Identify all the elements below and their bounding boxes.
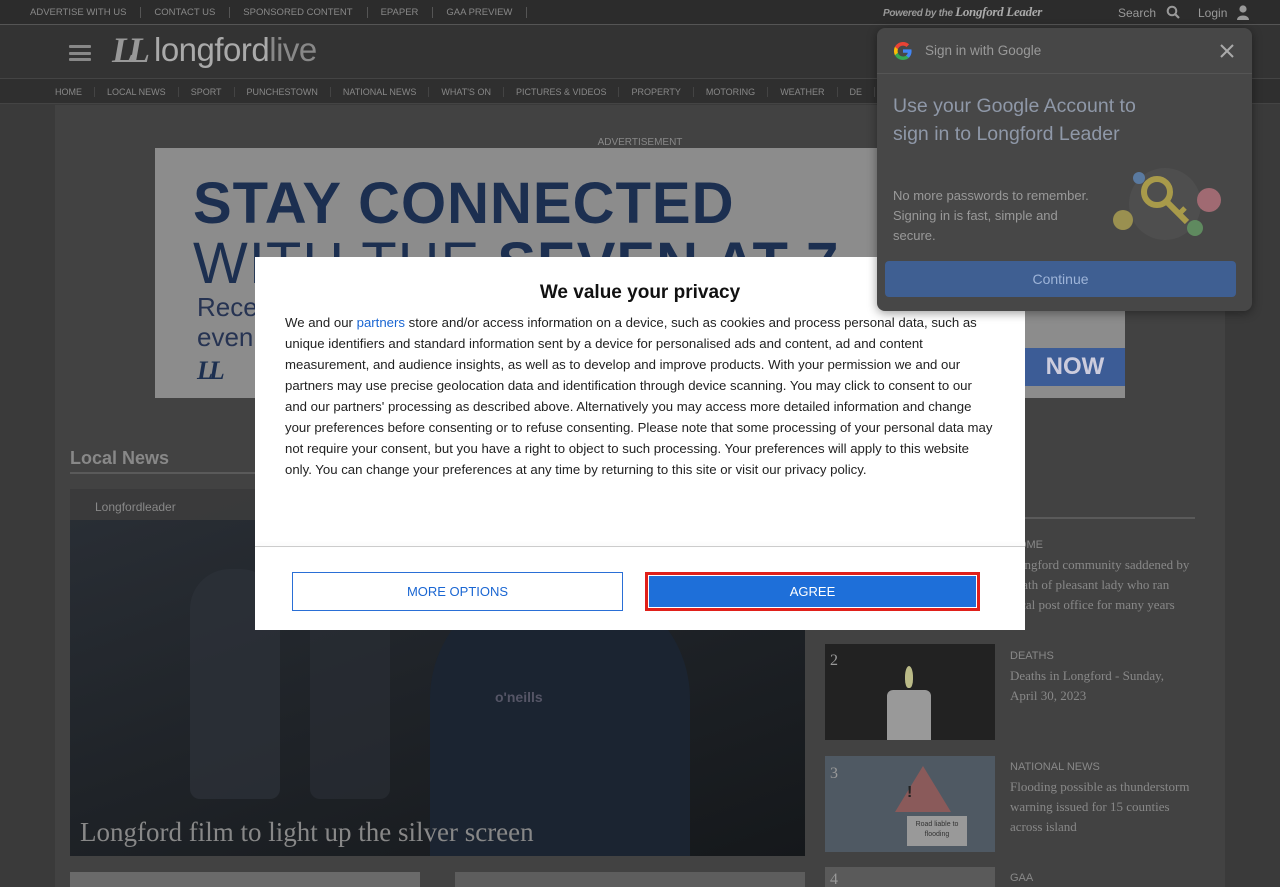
more-options-button[interactable]: MORE OPTIONS [292, 572, 623, 611]
link-sponsored[interactable]: SPONSORED CONTENT [243, 7, 368, 18]
logo-name-a: longford [153, 31, 270, 68]
hero-source: Longfordleader [95, 500, 176, 514]
road-sign-plate: Road liable to flooding [907, 816, 967, 846]
most-read-category[interactable]: GAA [1010, 872, 1033, 884]
nav-motoring[interactable]: MOTORING [706, 87, 769, 97]
login-link[interactable]: Login [1198, 6, 1227, 20]
powered-by-badge[interactable]: Powered by the Longford Leader [883, 4, 1042, 20]
dialog-divider [255, 546, 1025, 547]
section-title-local-news[interactable]: Local News [70, 448, 169, 469]
nav-whats-on[interactable]: WHAT'S ON [441, 87, 504, 97]
agree-button[interactable]: AGREE [645, 572, 980, 611]
google-continue-button[interactable]: Continue [885, 261, 1236, 297]
most-read-title[interactable]: Longford community saddened by death of … [1010, 555, 1192, 615]
google-panel-heading: Use your Google Account to sign in to Lo… [893, 95, 1136, 145]
link-contact[interactable]: CONTACT US [154, 7, 231, 18]
link-epaper[interactable]: EPAPER [381, 7, 434, 18]
most-read-thumb[interactable] [825, 644, 995, 740]
warning-sign-mark: ! [907, 784, 913, 801]
ad-cta-button[interactable]: NOW [1025, 348, 1125, 386]
ad-line-4: even [197, 322, 254, 352]
privacy-body: We and our partners store and/or access … [285, 312, 997, 480]
nav-national-news[interactable]: NATIONAL NEWS [343, 87, 430, 97]
hamburger-icon[interactable] [69, 45, 91, 61]
article-thumb[interactable] [455, 872, 805, 887]
nav-weather[interactable]: WEATHER [780, 87, 838, 97]
nav-deaths[interactable]: DE [850, 87, 876, 97]
link-advertise[interactable]: ADVERTISE WITH US [30, 7, 142, 18]
nav-pictures-videos[interactable]: PICTURES & VIDEOS [516, 87, 620, 97]
ad-line-3: Rece [197, 292, 258, 322]
privacy-body-rest: store and/or access information on a dev… [285, 315, 993, 477]
hero-shirt-text: o'neills [495, 689, 543, 705]
user-icon[interactable] [1236, 4, 1250, 20]
logo-name: longfordlive [154, 32, 317, 68]
hero-headline[interactable]: Longford film to light up the silver scr… [80, 817, 534, 848]
candle-flame [905, 666, 913, 688]
most-read-category[interactable]: NATIONAL NEWS [1010, 761, 1100, 773]
most-read-rank: 3 [830, 765, 838, 782]
most-read-thumb[interactable] [825, 867, 995, 887]
nav-local-news[interactable]: LOCAL NEWS [107, 87, 179, 97]
privacy-consent-dialog: We value your privacy We and our partner… [255, 257, 1025, 630]
google-panel-subtext: No more passwords to remember. Signing i… [893, 188, 1089, 243]
google-panel-header: Sign in with Google [877, 28, 1252, 74]
partners-link[interactable]: partners [357, 315, 405, 330]
nav-punchestown[interactable]: PUNCHESTOWN [247, 87, 331, 97]
logo-name-b: live [269, 31, 317, 68]
close-icon[interactable] [1218, 42, 1236, 60]
google-signin-panel: Sign in with Google Use your Google Acco… [877, 28, 1252, 311]
ad-line-1: STAY CONNECTED [193, 171, 735, 236]
most-read-rank: 4 [830, 871, 838, 887]
powered-brand: Longford Leader [955, 4, 1043, 19]
search-link[interactable]: Search [1118, 6, 1156, 20]
article-thumb[interactable] [70, 872, 420, 887]
most-read-title[interactable]: Deaths in Longford - Sunday, April 30, 2… [1010, 666, 1192, 706]
site-logo[interactable]: LL longfordlive [112, 30, 317, 70]
ad-logo-mark: LL [197, 356, 225, 385]
powered-prefix: Powered by the [883, 8, 953, 19]
key-illustration-icon [1113, 168, 1221, 240]
candle [887, 690, 931, 740]
google-panel-title: Sign in with Google [925, 43, 1042, 58]
most-read-title[interactable]: Flooding possible as thunderstorm warnin… [1010, 777, 1192, 837]
most-read-rank: 2 [830, 652, 838, 669]
nav-property[interactable]: PROPERTY [631, 87, 694, 97]
warning-sign [895, 766, 951, 812]
nav-sport[interactable]: SPORT [191, 87, 235, 97]
utility-links: ADVERTISE WITH US CONTACT US SPONSORED C… [30, 0, 540, 25]
link-gaa-preview[interactable]: GAA PREVIEW [446, 7, 528, 18]
most-read-category[interactable]: DEATHS [1010, 650, 1054, 662]
top-utility-bar: ADVERTISE WITH US CONTACT US SPONSORED C… [0, 0, 1280, 25]
logo-mark: LL [112, 30, 150, 70]
privacy-body-start: We and our [285, 315, 357, 330]
nav-home[interactable]: HOME [55, 87, 95, 97]
search-icon[interactable] [1166, 5, 1180, 19]
google-logo-icon [894, 42, 912, 60]
most-read-thumb[interactable]: ! Road liable to flooding [825, 756, 995, 852]
